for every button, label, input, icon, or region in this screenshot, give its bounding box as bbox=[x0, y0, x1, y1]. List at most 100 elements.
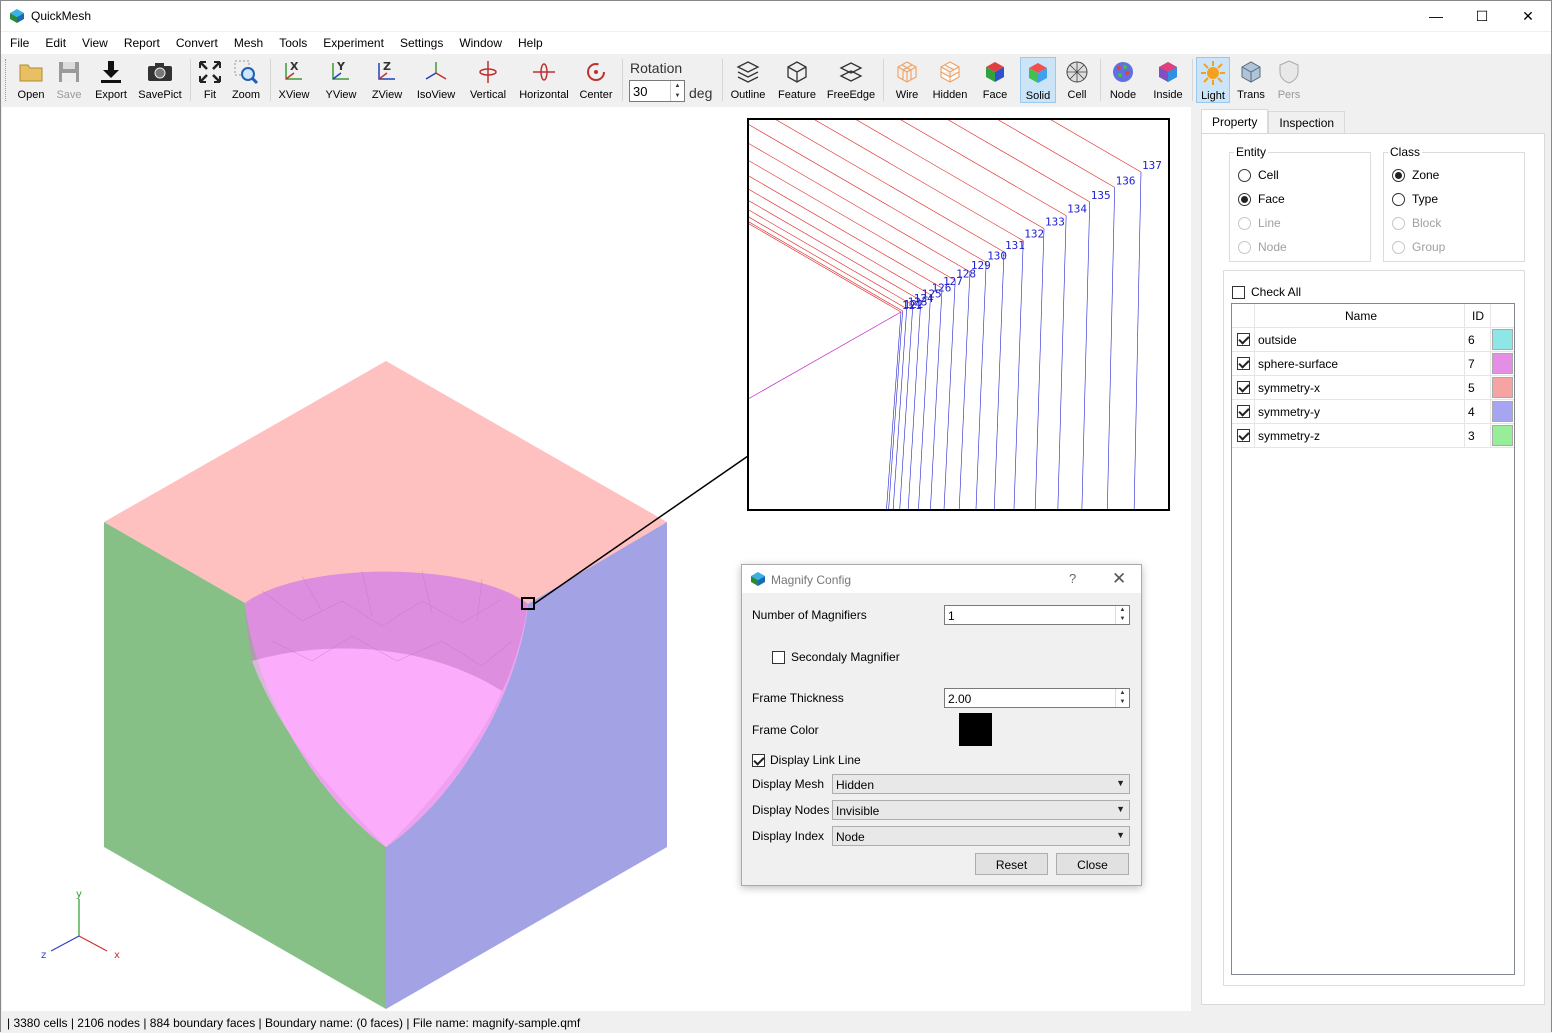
menu-convert[interactable]: Convert bbox=[167, 32, 225, 54]
zoom-button[interactable]: Zoom bbox=[230, 57, 262, 103]
minimize-button[interactable]: — bbox=[1413, 1, 1459, 31]
zone-table[interactable]: Name ID outside 6 sphere-surface 7 symmetry-… bbox=[1231, 303, 1515, 975]
menu-view[interactable]: View bbox=[73, 32, 115, 54]
display-nodes-select[interactable]: Invisible ▼ bbox=[832, 800, 1130, 820]
zone-row[interactable]: sphere-surface 7 bbox=[1232, 352, 1514, 376]
display-mesh-select[interactable]: Hidden ▼ bbox=[832, 774, 1130, 794]
entity-node-radio[interactable]: Node bbox=[1238, 240, 1287, 254]
xview-button[interactable]: X XView bbox=[276, 57, 312, 103]
frame-thickness-spinbox[interactable]: 2.00 ▲ ▼ bbox=[944, 688, 1130, 708]
hidden-button[interactable]: Hidden bbox=[930, 57, 970, 103]
display-link-line-checkbox[interactable]: Display Link Line bbox=[752, 753, 861, 767]
trans-button[interactable]: Trans bbox=[1235, 57, 1267, 103]
node-button[interactable]: Node bbox=[1106, 57, 1140, 103]
menu-mesh[interactable]: Mesh bbox=[225, 32, 270, 54]
class-group-radio[interactable]: Group bbox=[1392, 240, 1445, 254]
center-button[interactable]: Center bbox=[578, 57, 614, 103]
num-magnifiers-spinbox[interactable]: 1 ▲ ▼ bbox=[944, 605, 1130, 625]
light-button[interactable]: Light bbox=[1196, 57, 1230, 103]
dialog-help-button[interactable]: ? bbox=[1069, 571, 1076, 586]
zone-color-swatch[interactable] bbox=[1492, 425, 1513, 446]
zview-label: ZView bbox=[371, 89, 403, 101]
tab-inspection[interactable]: Inspection bbox=[1268, 111, 1346, 133]
frame-color-swatch[interactable] bbox=[959, 713, 992, 746]
zone-row[interactable]: symmetry-z 3 bbox=[1232, 424, 1514, 448]
column-header-id[interactable]: ID bbox=[1472, 309, 1484, 323]
dialog-close-icon[interactable]: ✕ bbox=[1112, 569, 1126, 589]
entity-group-title: Entity bbox=[1234, 145, 1269, 159]
checkbox-checked-icon[interactable] bbox=[1237, 429, 1250, 442]
zone-color-swatch[interactable] bbox=[1492, 353, 1513, 374]
menu-settings[interactable]: Settings bbox=[391, 32, 450, 54]
entity-line-radio[interactable]: Line bbox=[1238, 216, 1281, 230]
toolbar-grip[interactable] bbox=[5, 59, 8, 101]
menu-experiment[interactable]: Experiment bbox=[314, 32, 391, 54]
secondary-magnifier-checkbox[interactable]: Secondaly Magnifier bbox=[772, 650, 900, 664]
rotation-spinbox[interactable]: 30 ▲ ▼ bbox=[629, 80, 685, 102]
zone-color-swatch[interactable] bbox=[1492, 329, 1513, 350]
class-zone-radio[interactable]: Zone bbox=[1392, 168, 1439, 182]
entity-face-radio[interactable]: Face bbox=[1238, 192, 1285, 206]
menu-file[interactable]: File bbox=[1, 32, 36, 54]
check-all-checkbox[interactable]: Check All bbox=[1232, 285, 1301, 299]
checkbox-checked-icon[interactable] bbox=[1237, 405, 1250, 418]
freeedge-button[interactable]: FreeEdge bbox=[826, 57, 876, 103]
wire-button[interactable]: Wire bbox=[890, 57, 924, 103]
rotation-spin-arrows-icon[interactable]: ▲ ▼ bbox=[670, 81, 684, 101]
spin-arrows-icon[interactable]: ▲ ▼ bbox=[1115, 606, 1129, 624]
cell-button[interactable]: Cell bbox=[1062, 57, 1092, 103]
checkbox-checked-icon[interactable] bbox=[1237, 333, 1250, 346]
transparent-cube-icon bbox=[1241, 61, 1261, 83]
tab-property[interactable]: Property bbox=[1201, 109, 1269, 133]
inside-button[interactable]: Inside bbox=[1149, 57, 1187, 103]
face-button[interactable]: Face bbox=[978, 57, 1012, 103]
checkbox-checked-icon[interactable] bbox=[1237, 357, 1250, 370]
feature-button[interactable]: Feature bbox=[776, 57, 818, 103]
isoview-button[interactable]: IsoView bbox=[414, 57, 458, 103]
close-dialog-button[interactable]: Close bbox=[1056, 853, 1129, 875]
column-header-name[interactable]: Name bbox=[1345, 309, 1377, 323]
zone-id: 7 bbox=[1468, 357, 1475, 371]
zone-color-swatch[interactable] bbox=[1492, 401, 1513, 422]
radio-icon bbox=[1238, 216, 1251, 230]
zone-row[interactable]: symmetry-y 4 bbox=[1232, 400, 1514, 424]
outline-button[interactable]: Outline bbox=[729, 57, 767, 103]
yview-button[interactable]: Y YView bbox=[322, 57, 360, 103]
export-button[interactable]: Export bbox=[93, 57, 129, 103]
close-button[interactable]: ✕ bbox=[1505, 1, 1551, 31]
reset-button[interactable]: Reset bbox=[975, 853, 1048, 875]
class-type-radio[interactable]: Type bbox=[1392, 192, 1438, 206]
save-button[interactable]: Save bbox=[54, 57, 84, 103]
spin-arrows-icon[interactable]: ▲ ▼ bbox=[1115, 689, 1129, 707]
display-nodes-label: Display Nodes bbox=[752, 803, 830, 817]
vertical-rotate-icon bbox=[479, 61, 497, 83]
zone-row[interactable]: outside 6 bbox=[1232, 328, 1514, 352]
zone-row[interactable]: symmetry-x 5 bbox=[1232, 376, 1514, 400]
quickmesh-cube-icon bbox=[751, 572, 765, 586]
download-arrow-icon bbox=[101, 61, 121, 83]
menu-help[interactable]: Help bbox=[509, 32, 550, 54]
fit-button[interactable]: Fit bbox=[196, 57, 224, 103]
open-button[interactable]: Open bbox=[15, 57, 47, 103]
class-block-radio[interactable]: Block bbox=[1392, 216, 1441, 230]
menu-window[interactable]: Window bbox=[450, 32, 509, 54]
zview-button[interactable]: Z ZView bbox=[368, 57, 406, 103]
frame-thickness-label: Frame Thickness bbox=[752, 691, 844, 705]
solid-button[interactable]: Solid bbox=[1020, 57, 1056, 103]
hidden-label: Hidden bbox=[932, 89, 968, 101]
entity-cell-radio[interactable]: Cell bbox=[1238, 168, 1279, 182]
pers-button[interactable]: Pers bbox=[1273, 57, 1305, 103]
menu-tools[interactable]: Tools bbox=[270, 32, 314, 54]
checkbox-checked-icon[interactable] bbox=[1237, 381, 1250, 394]
magnifier-view[interactable]: 1371361351341331321311301291281271261251… bbox=[501, 107, 1170, 516]
menu-edit[interactable]: Edit bbox=[36, 32, 73, 54]
display-index-select[interactable]: Node ▼ bbox=[832, 826, 1130, 846]
horizontal-button[interactable]: Horizontal bbox=[517, 57, 571, 103]
menu-report[interactable]: Report bbox=[115, 32, 167, 54]
floppy-disk-icon bbox=[59, 62, 79, 82]
vertical-button[interactable]: Vertical bbox=[466, 57, 510, 103]
rotation-unit: deg bbox=[689, 85, 713, 101]
maximize-button[interactable]: ☐ bbox=[1459, 1, 1505, 31]
savepict-button[interactable]: SavePict bbox=[138, 57, 182, 103]
zone-color-swatch[interactable] bbox=[1492, 377, 1513, 398]
